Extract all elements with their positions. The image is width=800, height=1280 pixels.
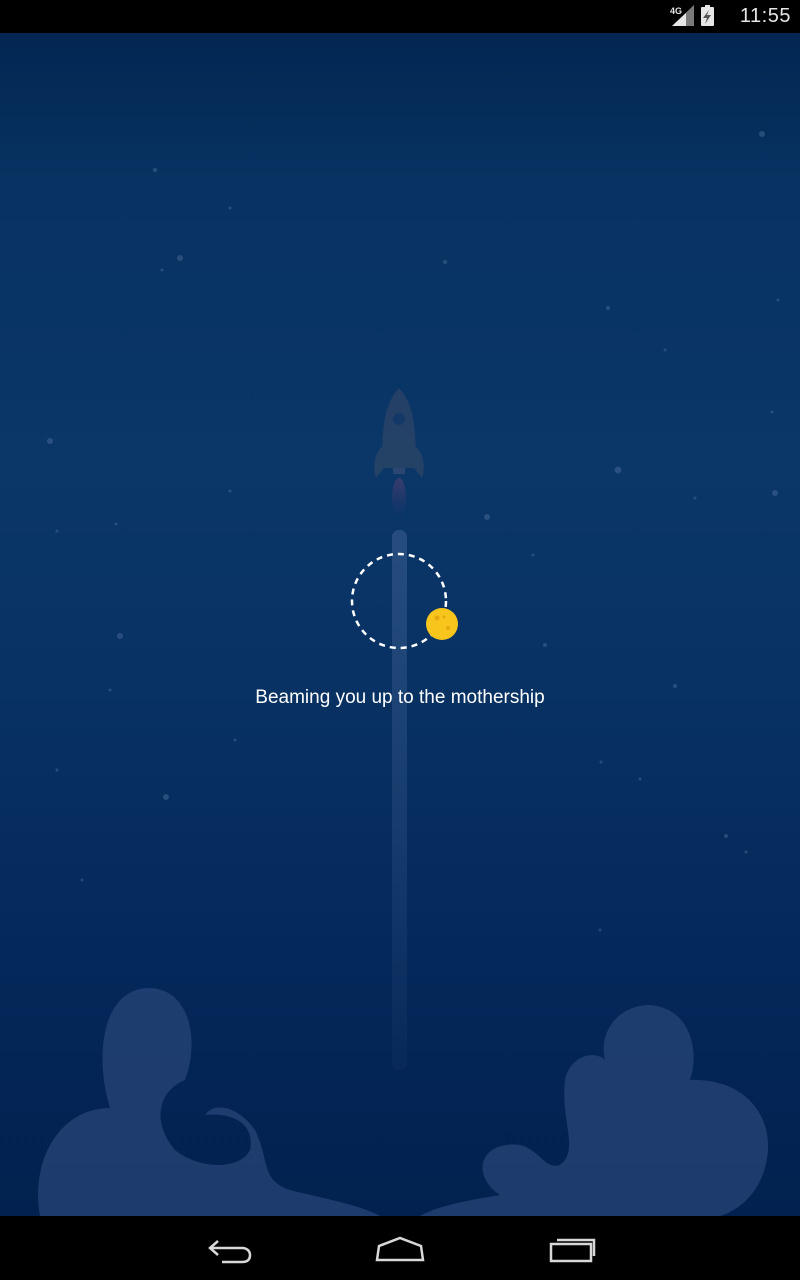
stars: [47, 131, 780, 932]
network-type-label: 4G: [670, 6, 682, 16]
battery-charging-icon: [701, 5, 714, 26]
spinner-dot: [426, 608, 458, 640]
launch-scene: [38, 131, 780, 1216]
rocket-trail: [392, 530, 407, 1070]
loading-screen: Beaming you up to the mothership: [0, 33, 800, 1216]
loading-message: Beaming you up to the mothership: [255, 687, 545, 708]
status-icons: 4G: [670, 5, 714, 26]
navigation-bar: [0, 1216, 800, 1280]
rocket-icon: [374, 388, 424, 518]
recent-apps-icon[interactable]: [542, 1230, 602, 1266]
back-icon[interactable]: [200, 1230, 260, 1266]
status-time: 11:55: [739, 5, 791, 27]
status-bar: 4G 11:55: [0, 0, 800, 33]
home-icon[interactable]: [370, 1230, 430, 1266]
